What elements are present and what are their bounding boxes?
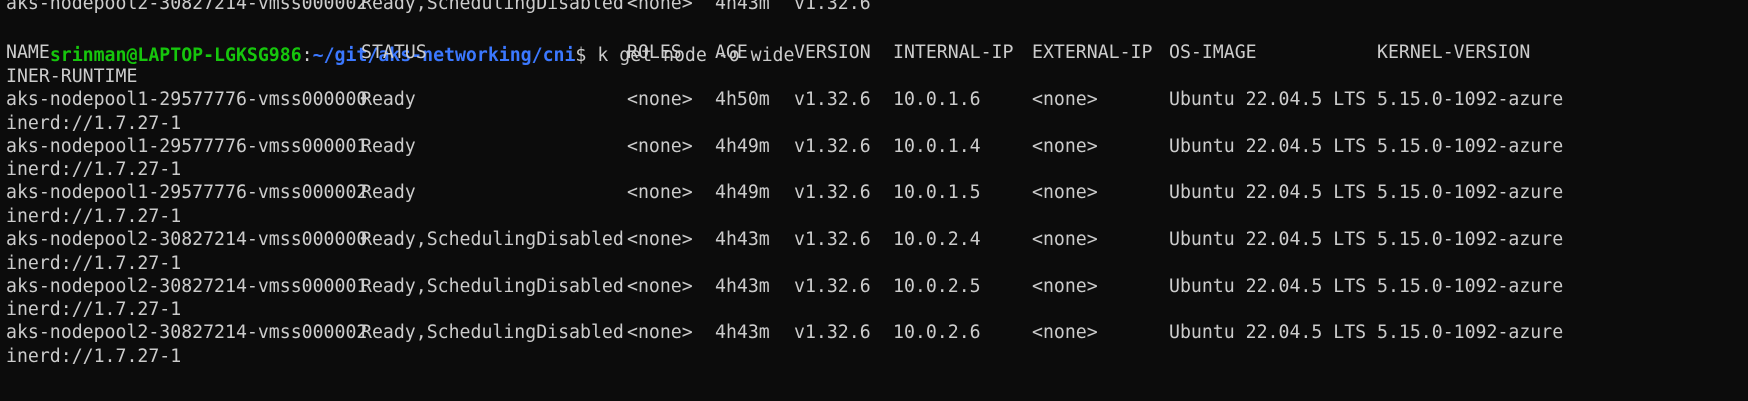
cell-age: 4h43m bbox=[715, 322, 770, 343]
header-os-image: OS-IMAGE bbox=[1169, 42, 1257, 63]
table-row: aks-nodepool1-29577776-vmss000000 Ready … bbox=[6, 87, 1563, 113]
cell-internal-ip: 10.0.2.4 bbox=[893, 229, 981, 250]
cell-os-image: Ubuntu 22.04.5 LTS bbox=[1169, 229, 1367, 250]
header-version: VERSION bbox=[794, 42, 871, 63]
cell-status: Ready,SchedulingDisabled bbox=[361, 322, 624, 343]
table-row-wrap: inerd://1.7.27-1 bbox=[6, 344, 181, 370]
cell-status: Ready bbox=[361, 136, 416, 157]
header-name: NAME bbox=[6, 42, 50, 63]
header-internal-ip: INTERNAL-IP bbox=[893, 42, 1014, 63]
cell-external-ip: <none> bbox=[1032, 182, 1098, 203]
cell-name: aks-nodepool2-30827214-vmss000002 bbox=[6, 0, 368, 14]
cell-external-ip: <none> bbox=[1032, 276, 1098, 297]
cell-external-ip: <none> bbox=[1032, 89, 1098, 110]
cell-external-ip: <none> bbox=[1032, 229, 1098, 250]
cell-internal-ip: 10.0.2.5 bbox=[893, 276, 981, 297]
prompt-symbol: $ bbox=[575, 45, 587, 66]
table-row: aks-nodepool1-29577776-vmss000002 Ready … bbox=[6, 180, 1563, 206]
cell-os-image: Ubuntu 22.04.5 LTS bbox=[1169, 276, 1367, 297]
cell-os-image: Ubuntu 22.04.5 LTS bbox=[1169, 322, 1367, 343]
cell-age: 4h50m bbox=[715, 89, 770, 110]
cell-os-image: Ubuntu 22.04.5 LTS bbox=[1169, 182, 1367, 203]
previous-output-line: aks-nodepool2-30827214-vmss000002 Ready,… bbox=[6, 0, 871, 17]
table-row: aks-nodepool2-30827214-vmss000000 Ready,… bbox=[6, 227, 1563, 253]
cell-kernel-version: 5.15.0-1092-azure bbox=[1377, 136, 1564, 157]
cell-age: 4h49m bbox=[715, 182, 770, 203]
prompt-user-host: srinman@LAPTOP-LGKSG986 bbox=[49, 45, 302, 66]
cell-kernel-version: 5.15.0-1092-azure bbox=[1377, 229, 1564, 250]
cell-roles: <none> bbox=[627, 0, 693, 14]
prompt-path: ~/git/aks-networking/cni bbox=[312, 45, 576, 66]
cell-kernel-version: 5.15.0-1092-azure bbox=[1377, 322, 1564, 343]
cell-os-image: Ubuntu 22.04.5 LTS bbox=[1169, 136, 1367, 157]
cell-roles: <none> bbox=[627, 276, 693, 297]
header-age: AGE bbox=[715, 42, 748, 63]
cell-internal-ip: 10.0.1.5 bbox=[893, 182, 981, 203]
cell-status: Ready,SchedulingDisabled bbox=[361, 276, 624, 297]
cell-version: v1.32.6 bbox=[794, 276, 871, 297]
terminal-window[interactable]: aks-nodepool2-30827214-vmss000002 Ready,… bbox=[0, 0, 1748, 401]
header-external-ip: EXTERNAL-IP bbox=[1032, 42, 1153, 63]
header-status: STATUS bbox=[361, 42, 427, 63]
cell-internal-ip: 10.0.2.6 bbox=[893, 322, 981, 343]
cell-version: v1.32.6 bbox=[794, 136, 871, 157]
cell-kernel-version: 5.15.0-1092-azure bbox=[1377, 89, 1564, 110]
cell-name: aks-nodepool1-29577776-vmss000002 bbox=[6, 182, 368, 203]
cell-age: 4h43m bbox=[715, 0, 770, 14]
cell-version: v1.32.6 bbox=[794, 0, 871, 14]
cell-name: aks-nodepool2-30827214-vmss000000 bbox=[6, 229, 368, 250]
cell-age: 4h49m bbox=[715, 136, 770, 157]
cell-version: v1.32.6 bbox=[794, 89, 871, 110]
cell-roles: <none> bbox=[627, 136, 693, 157]
cell-version: v1.32.6 bbox=[794, 182, 871, 203]
cell-version: v1.32.6 bbox=[794, 322, 871, 343]
table-header-row: NAME STATUS ROLES AGE VERSION INTERNAL-I… bbox=[6, 40, 1530, 66]
prompt-separator: : bbox=[301, 45, 313, 66]
cell-status: Ready bbox=[361, 182, 416, 203]
table-row: aks-nodepool2-30827214-vmss000002 Ready,… bbox=[6, 320, 1563, 346]
cell-kernel-version: 5.15.0-1092-azure bbox=[1377, 182, 1564, 203]
cell-os-image: Ubuntu 22.04.5 LTS bbox=[1169, 89, 1367, 110]
cell-status: Ready bbox=[361, 89, 416, 110]
cell-age: 4h43m bbox=[715, 276, 770, 297]
cell-age: 4h43m bbox=[715, 229, 770, 250]
cell-roles: <none> bbox=[627, 182, 693, 203]
cell-container-runtime: inerd://1.7.27-1 bbox=[6, 346, 182, 367]
cell-external-ip: <none> bbox=[1032, 322, 1098, 343]
cell-status: Ready,SchedulingDisabled bbox=[361, 0, 624, 14]
cell-kernel-version: 5.15.0-1092-azure bbox=[1377, 276, 1564, 297]
cell-roles: <none> bbox=[627, 89, 693, 110]
cell-version: v1.32.6 bbox=[794, 229, 871, 250]
cell-status: Ready,SchedulingDisabled bbox=[361, 229, 624, 250]
header-roles: ROLES bbox=[627, 42, 682, 63]
cell-roles: <none> bbox=[627, 229, 693, 250]
cell-name: aks-nodepool1-29577776-vmss000000 bbox=[6, 89, 368, 110]
cell-roles: <none> bbox=[627, 322, 693, 343]
cell-internal-ip: 10.0.1.4 bbox=[893, 136, 981, 157]
cell-internal-ip: 10.0.1.6 bbox=[893, 89, 981, 110]
header-kernel-version: KERNEL-VERSION bbox=[1377, 42, 1531, 63]
cell-external-ip: <none> bbox=[1032, 136, 1098, 157]
cell-name: aks-nodepool2-30827214-vmss000002 bbox=[6, 322, 368, 343]
